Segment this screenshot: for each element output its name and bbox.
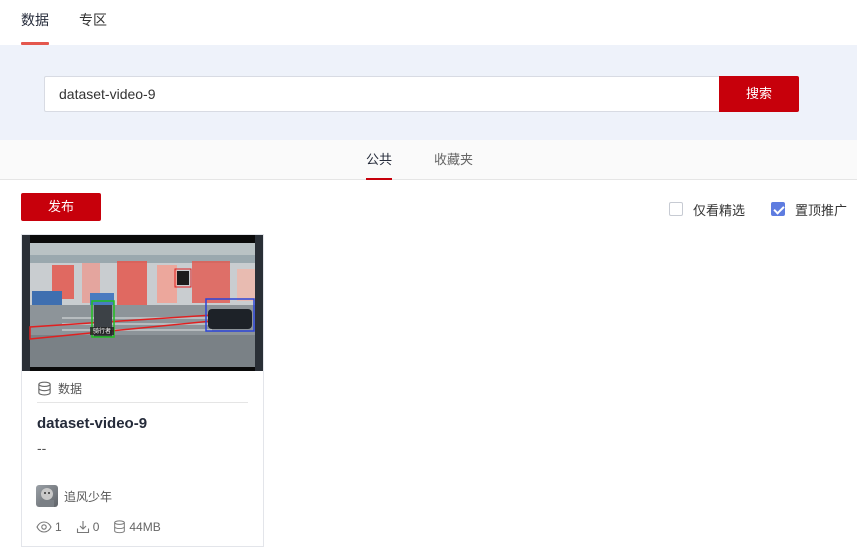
- tab-public[interactable]: 公共: [366, 140, 393, 180]
- tab-data[interactable]: 数据: [21, 0, 49, 45]
- video-frame-image: 骑行者: [22, 235, 263, 371]
- pinned-checkbox-box[interactable]: [771, 202, 785, 216]
- tab-favorites[interactable]: 收藏夹: [434, 140, 473, 180]
- eye-icon: [36, 521, 52, 533]
- size-value: 44MB: [129, 520, 161, 534]
- views-stat: 1: [36, 520, 62, 534]
- views-count: 1: [55, 520, 62, 534]
- size-stat: 44MB: [113, 520, 161, 534]
- author-name: 追风少年: [64, 489, 113, 504]
- featured-checkbox-label: 仅看精选: [693, 202, 746, 218]
- search-band: 搜索: [0, 45, 857, 140]
- tab-zone[interactable]: 专区: [79, 0, 107, 45]
- search-input[interactable]: [44, 76, 720, 112]
- avatar: [36, 485, 58, 507]
- card-stats: 1 0 44MB: [36, 519, 175, 535]
- publish-button[interactable]: 发布: [21, 193, 101, 221]
- card-description: --: [37, 440, 47, 456]
- dataset-thumbnail: 骑行者: [22, 235, 263, 371]
- card-divider: [37, 402, 248, 403]
- storage-icon: [114, 520, 126, 534]
- card-type-label: 数据: [58, 381, 83, 396]
- pinned-checkbox-label: 置顶推广: [795, 202, 848, 218]
- database-icon: [38, 381, 51, 395]
- downloads-stat: 0: [76, 520, 100, 534]
- downloads-count: 0: [92, 520, 100, 534]
- top-tab-bar: 数据 专区: [0, 0, 857, 45]
- dataset-card[interactable]: 骑行者 数据 dataset-video-9 -- 追风少年 1 0 44MB: [21, 234, 264, 547]
- card-title[interactable]: dataset-video-9: [37, 415, 147, 432]
- search-button[interactable]: 搜索: [719, 76, 799, 112]
- thumbnail-tag-text: 骑行者: [93, 327, 111, 335]
- featured-only-checkbox[interactable]: 仅看精选: [669, 201, 746, 218]
- sub-tab-bar: 公共 收藏夹: [0, 140, 857, 180]
- pinned-promo-checkbox[interactable]: 置顶推广: [771, 201, 848, 218]
- card-type: 数据: [37, 378, 82, 398]
- download-icon: [76, 521, 89, 534]
- featured-checkbox-box[interactable]: [669, 202, 683, 216]
- card-author[interactable]: 追风少年: [36, 484, 112, 508]
